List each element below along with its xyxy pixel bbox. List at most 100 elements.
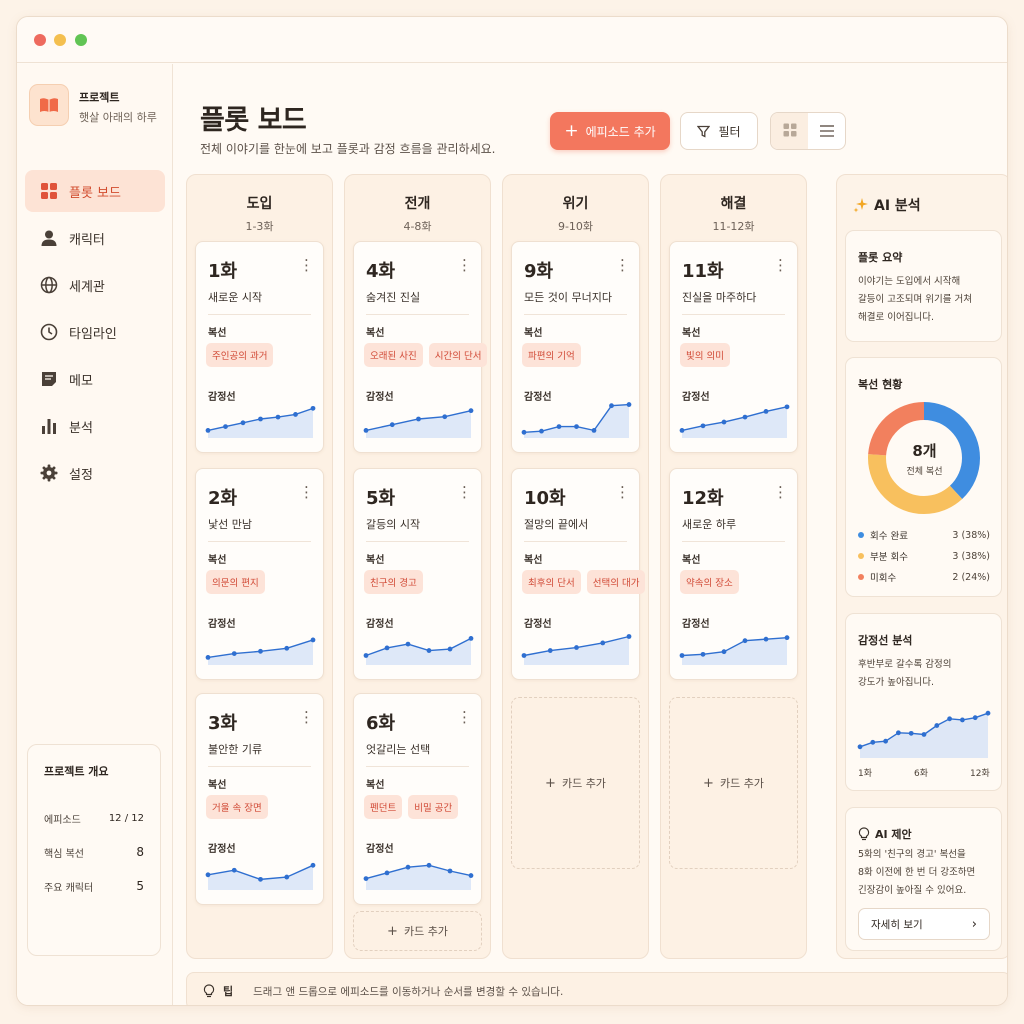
foreshadow-tag[interactable]: 시간의 단서 xyxy=(428,343,488,367)
sidebar-item-label: 타임라인 xyxy=(69,326,117,342)
foreshadow-tag[interactable]: 빛의 의미 xyxy=(680,343,730,367)
episode-title: 절망의 끝에서 xyxy=(524,518,589,531)
more-menu-icon[interactable]: ⋮ xyxy=(773,256,788,274)
emotion-area xyxy=(682,406,787,438)
episode-card[interactable]: 3화 ⋮ 불안한 기류 복선 거울 속 장면 감정선 xyxy=(195,693,324,905)
add-card-button[interactable]: + 카드 추가 xyxy=(353,911,482,951)
sidebar-item-analysis[interactable]: 분석 xyxy=(25,405,165,447)
emotion-point xyxy=(721,419,727,425)
episode-card[interactable]: 5화 ⋮ 갈등의 시작 복선 친구의 경고 감정선 xyxy=(353,468,482,680)
foreshadow-tag[interactable]: 파편의 기억 xyxy=(522,343,581,367)
grid-view-button[interactable] xyxy=(771,113,808,149)
foreshadow-tag[interactable]: 약속의 장소 xyxy=(680,570,739,594)
more-menu-icon[interactable]: ⋮ xyxy=(457,256,472,274)
episode-title: 새로운 하루 xyxy=(682,518,737,531)
foreshadow-tag[interactable]: 친구의 경고 xyxy=(364,570,423,594)
emotion-point xyxy=(921,732,927,737)
add-card-button[interactable]: + 카드 추가 xyxy=(511,697,640,869)
episode-card[interactable]: 9화 ⋮ 모든 것이 무너지다 복선 파편의 기억 감정선 xyxy=(511,241,640,453)
more-menu-icon[interactable]: ⋮ xyxy=(299,483,314,501)
sidebar-item-plot-board[interactable]: 플롯 보드 xyxy=(25,170,165,212)
clock-icon xyxy=(39,322,59,342)
episode-number: 12화 xyxy=(682,488,724,509)
episode-card[interactable]: 6화 ⋮ 엇갈리는 선택 복선 펜던트 비밀 공간 감정선 xyxy=(353,693,482,905)
episode-title: 진실을 마주하다 xyxy=(682,291,757,304)
sidebar-item-timeline[interactable]: 타임라인 xyxy=(25,311,165,353)
overview-value: 8 xyxy=(136,845,144,859)
foreshadow-tag[interactable]: 최후의 단서 xyxy=(522,570,581,594)
foreshadow-tag[interactable]: 선택의 대가 xyxy=(586,570,646,594)
emotion-point xyxy=(384,645,390,651)
more-menu-icon[interactable]: ⋮ xyxy=(615,256,630,274)
episode-card[interactable]: 12화 ⋮ 새로운 하루 복선 약속의 장소 감정선 xyxy=(669,468,798,680)
emotion-point xyxy=(447,868,453,874)
episode-card[interactable]: 4화 ⋮ 숨겨진 진실 복선 오래된 사진 시간의 단서 감정선 xyxy=(353,241,488,453)
sidebar-item-characters[interactable]: 캐릭터 xyxy=(25,217,165,259)
tip-text: 드래그 앤 드롭으로 에피소드를 이동하거나 순서를 변경할 수 있습니다. xyxy=(253,985,564,998)
emotion-point xyxy=(310,637,316,643)
episode-title: 낯선 만남 xyxy=(208,518,252,531)
foreshadow-label: 복선 xyxy=(524,555,543,566)
episode-card[interactable]: 2화 ⋮ 낯선 만남 복선 의문의 편지 감정선 xyxy=(195,468,324,680)
foreshadow-tag[interactable]: 거울 속 장면 xyxy=(206,795,268,819)
emotion-point xyxy=(231,867,237,873)
tip-bar: 팁 드래그 앤 드롭으로 에피소드를 이동하거나 순서를 변경할 수 있습니다. xyxy=(186,972,1007,1005)
more-menu-icon[interactable]: ⋮ xyxy=(773,483,788,501)
foreshadow-tags: 빛의 의미 xyxy=(680,343,730,367)
emotion-point xyxy=(985,710,991,716)
foreshadow-tag[interactable]: 비밀 공간 xyxy=(408,795,459,819)
sidebar-item-settings[interactable]: 설정 xyxy=(25,452,165,494)
view-details-button[interactable]: 자세히 보기 › xyxy=(858,908,990,940)
emotion-point xyxy=(405,641,411,647)
episode-card[interactable]: 11화 ⋮ 진실을 마주하다 복선 빛의 의미 감정선 xyxy=(669,241,798,453)
emotion-point xyxy=(231,651,237,656)
sidebar-item-label: 세계관 xyxy=(69,279,105,295)
emotion-point xyxy=(784,635,790,641)
column-resolution: 해결 11-12화 11화 ⋮ 진실을 마주하다 복선 빛의 의미 감정선 12화… xyxy=(660,174,807,959)
more-menu-icon[interactable]: ⋮ xyxy=(615,483,630,501)
foreshadow-tag[interactable]: 펜던트 xyxy=(364,795,403,819)
emotion-point xyxy=(574,645,579,650)
add-card-label: 카드 추가 xyxy=(403,925,448,938)
sidebar-item-label: 설정 xyxy=(69,467,93,483)
emotion-point xyxy=(784,404,790,410)
filter-button[interactable]: 필터 xyxy=(680,112,758,150)
episode-card[interactable]: 10화 ⋮ 절망의 끝에서 복선 최후의 단서 선택의 대가 감정선 xyxy=(511,468,646,680)
foreshadow-tag[interactable]: 오래된 사진 xyxy=(364,343,423,367)
add-card-button[interactable]: + 카드 추가 xyxy=(669,697,798,869)
sidebar-nav: 플롯 보드 캐릭터 세계관 타임라인 메모 분석 설정 xyxy=(25,170,165,499)
foreshadow-tag[interactable]: 주인공의 과거 xyxy=(206,343,274,367)
list-view-button[interactable] xyxy=(808,113,845,149)
add-episode-button[interactable]: + 에피소드 추가 xyxy=(550,112,670,150)
divider xyxy=(208,766,311,767)
emotion-point xyxy=(763,409,769,414)
foreshadow-tag[interactable]: 의문의 편지 xyxy=(206,570,265,594)
maximize-window-button[interactable] xyxy=(75,34,87,46)
episode-number: 3화 xyxy=(208,713,238,734)
episode-number: 11화 xyxy=(682,261,724,282)
column-range: 11-12화 xyxy=(712,220,755,233)
emotion-area xyxy=(682,637,787,665)
more-menu-icon[interactable]: ⋮ xyxy=(457,708,472,726)
more-menu-icon[interactable]: ⋮ xyxy=(299,256,314,274)
project-switcher[interactable]: 프로젝트 햇살 아래의 하루 xyxy=(29,84,169,130)
sidebar-item-world[interactable]: 세계관 xyxy=(25,264,165,306)
legend-label: 회수 완료 xyxy=(870,531,908,542)
more-menu-icon[interactable]: ⋮ xyxy=(299,708,314,726)
overview-row: 에피소드 12 / 12 xyxy=(44,801,144,835)
episode-number: 4화 xyxy=(366,261,396,282)
legend-label: 미회수 xyxy=(870,573,897,584)
divider xyxy=(524,314,627,315)
emotion-sparkline xyxy=(521,634,632,665)
sidebar-item-memo[interactable]: 메모 xyxy=(25,358,165,400)
emotion-point xyxy=(521,429,527,435)
minimize-window-button[interactable] xyxy=(54,34,66,46)
emotion-point xyxy=(389,422,395,428)
close-window-button[interactable] xyxy=(34,34,46,46)
emotion-point xyxy=(883,738,888,744)
episode-card[interactable]: 1화 ⋮ 새로운 시작 복선 주인공의 과거 감정선 xyxy=(195,241,324,453)
column-title: 위기 xyxy=(562,196,589,212)
column-range: 1-3화 xyxy=(245,220,274,233)
legend-value: 3 (38%) xyxy=(952,529,990,541)
more-menu-icon[interactable]: ⋮ xyxy=(457,483,472,501)
